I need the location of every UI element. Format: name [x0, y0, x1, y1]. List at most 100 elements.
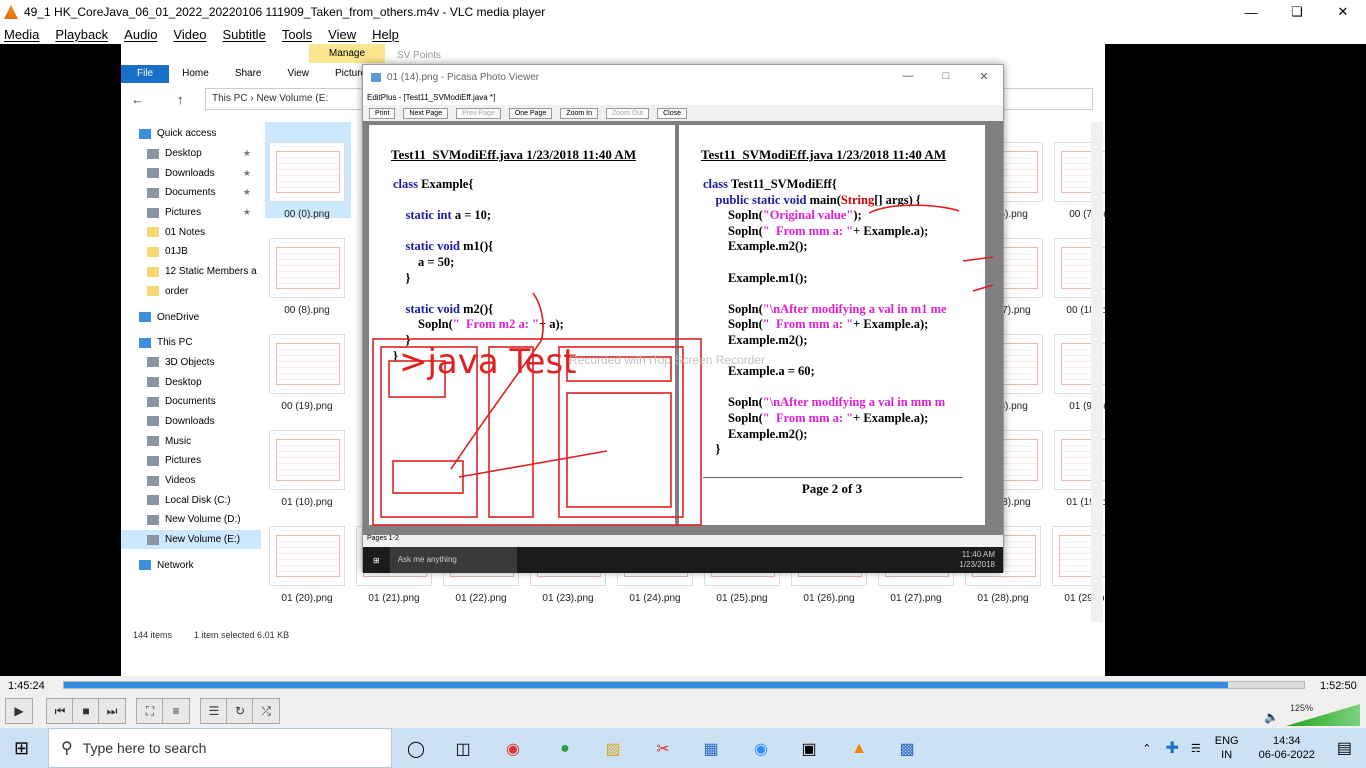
seek-progress — [64, 682, 1229, 688]
taskbar-search[interactable]: ⚲ Type here to search — [48, 728, 392, 768]
nav-item: New Volume (E:) — [121, 529, 261, 550]
store-icon[interactable]: ▦ — [700, 738, 722, 760]
folder-icon — [147, 187, 159, 198]
menu-playback[interactable]: Playback — [55, 27, 108, 42]
image-thumbnail — [269, 430, 345, 490]
print-preview-area: Test11_SVModiEff.java 1/23/2018 11:40 AM… — [363, 121, 1003, 535]
picasa-min-icon: — — [902, 70, 914, 82]
play-button[interactable]: ▶ — [5, 698, 33, 724]
picasa-window: 01 (14).png - Picasa Photo Viewer — □ ✕ Ed… — [362, 64, 1004, 573]
thumbnail-label: 01 (21).png — [368, 593, 420, 604]
zoom-in-btn: Zoom In — [560, 107, 598, 119]
stop-button[interactable]: ■ — [72, 698, 100, 724]
video-area[interactable]: SV Points Manage File Home Share View Pi… — [121, 44, 1105, 676]
pin-icon: ★ — [242, 148, 251, 159]
manage-tab: Manage — [309, 44, 385, 63]
image-thumbnail — [269, 142, 345, 202]
recorder-watermark: Recorded with iTop Screen Recorder — [569, 353, 766, 367]
volume-icon[interactable]: 🔈 — [1264, 710, 1279, 724]
window-title: 49_1 HK_CoreJava_06_01_2022_20220106 111… — [24, 5, 546, 19]
plus-icon[interactable]: ✚ — [1165, 738, 1178, 758]
elapsed-time: 1:45:24 — [8, 680, 45, 692]
nav-item: Music — [121, 431, 261, 451]
thumbnail-label: 01 (10).png — [281, 497, 333, 508]
nav-item: order — [121, 282, 261, 302]
total-time: 1:52:50 — [1320, 680, 1357, 692]
nav-item: Pictures — [121, 451, 261, 471]
zoom-icon[interactable]: ◉ — [750, 738, 772, 760]
task-view-icon[interactable]: ◫ — [452, 738, 474, 760]
up-arrow-icon: ↑ — [177, 91, 184, 107]
next-button[interactable]: ⏭ — [98, 698, 126, 724]
clock[interactable]: 14:34 06-06-2022 — [1259, 734, 1315, 762]
pages-indicator: Pages 1-2 — [363, 535, 1003, 547]
file-explorer-icon[interactable]: ▨ — [602, 738, 624, 760]
selection-info: 1 item selected 6.01 KB — [194, 630, 290, 640]
thumbnail-label: 01 (25).png — [716, 593, 768, 604]
notifications-icon[interactable]: ▤ — [1337, 738, 1352, 758]
extended-settings-button[interactable]: ≡ — [162, 698, 190, 724]
folder-icon — [147, 357, 159, 368]
thumbnail-label: 00 (8).png — [284, 305, 330, 316]
cortana-icon[interactable]: ◯ — [405, 738, 427, 760]
language-indicator[interactable]: ENG IN — [1215, 734, 1239, 762]
inner-search: Ask me anything — [389, 547, 517, 573]
shuffle-button[interactable]: ⤮ — [252, 698, 280, 724]
print-preview-toolbar: Print Next Page Prev Page One Page Zoom … — [363, 105, 1003, 121]
photos-icon[interactable]: ▩ — [896, 738, 918, 760]
recorder-icon[interactable]: ◉ — [502, 738, 524, 760]
back-arrow-icon: ← — [131, 91, 144, 107]
folder-icon — [147, 246, 159, 257]
folder-icon — [147, 416, 159, 427]
vlc-taskbar-icon[interactable]: ▲ — [848, 738, 870, 760]
folder-icon — [147, 534, 159, 545]
menu-bar: Media Playback Audio Video Subtitle Tool… — [0, 24, 1366, 44]
folder-icon — [139, 560, 151, 571]
prev-page-btn: Prev Page — [456, 107, 501, 119]
image-thumbnail — [269, 238, 345, 298]
start-windows-icon[interactable]: ⊞ — [14, 738, 29, 759]
folder-icon — [139, 128, 151, 139]
fullscreen-button[interactable]: ⛶ — [136, 698, 164, 724]
nav-item: New Volume (D:) — [121, 510, 261, 530]
search-icon: ⚲ — [61, 740, 73, 757]
folder-icon — [139, 337, 151, 348]
folder-icon — [147, 455, 159, 466]
search-placeholder: Type here to search — [82, 740, 207, 756]
nav-item: Documents ★ — [121, 183, 261, 203]
thumbnail-label: 01 (22).png — [455, 593, 507, 604]
close-preview-btn: Close — [657, 107, 688, 119]
inner-taskbar: ⊞ Ask me anything 11:40 AM 1/23/2018 — [363, 547, 1003, 573]
wifi-icon[interactable]: ☴ — [1191, 742, 1201, 755]
folder-icon — [147, 475, 159, 486]
snipping-tool-icon[interactable]: ✂ — [652, 738, 674, 760]
loop-button[interactable]: ↻ — [226, 698, 254, 724]
zoom-out-btn: Zoom Out — [606, 107, 650, 119]
playlist-button[interactable]: ☰ — [200, 698, 228, 724]
volume-percent: 125% — [1290, 703, 1314, 713]
one-page-btn: One Page — [508, 107, 553, 119]
inner-start-icon: ⊞ — [373, 555, 380, 565]
close-button[interactable]: ✕ — [1320, 0, 1366, 24]
tray-chevron-icon[interactable]: ⌃ — [1142, 742, 1151, 755]
sticky-notes-icon[interactable]: ▣ — [798, 738, 820, 760]
menu-help[interactable]: Help — [372, 27, 399, 42]
menu-view[interactable]: View — [328, 27, 356, 42]
menu-subtitle[interactable]: Subtitle — [222, 27, 265, 42]
maximize-button[interactable]: ❏ — [1274, 0, 1320, 24]
menu-audio[interactable]: Audio — [124, 27, 157, 42]
thumbnail-label: 00 (19).png — [281, 401, 333, 412]
menu-tools[interactable]: Tools — [282, 27, 312, 42]
address-path: This PC › New Volume (E: — [205, 88, 365, 110]
picasa-max-icon: □ — [942, 70, 950, 82]
menu-video[interactable]: Video — [173, 27, 206, 42]
editplus-titlebar: EditPlus - [Test11_SVModiEff.java *] — [363, 89, 1003, 105]
nav-item: This PC — [121, 333, 261, 353]
chrome-icon[interactable]: ● — [554, 738, 576, 760]
thumbnail-label: 01 (23).png — [542, 593, 594, 604]
menu-media[interactable]: Media — [4, 27, 39, 42]
previous-button[interactable]: ⏮ — [46, 698, 74, 724]
nav-item: Videos — [121, 471, 261, 491]
minimize-button[interactable]: — — [1228, 0, 1274, 24]
folder-icon — [147, 148, 159, 159]
